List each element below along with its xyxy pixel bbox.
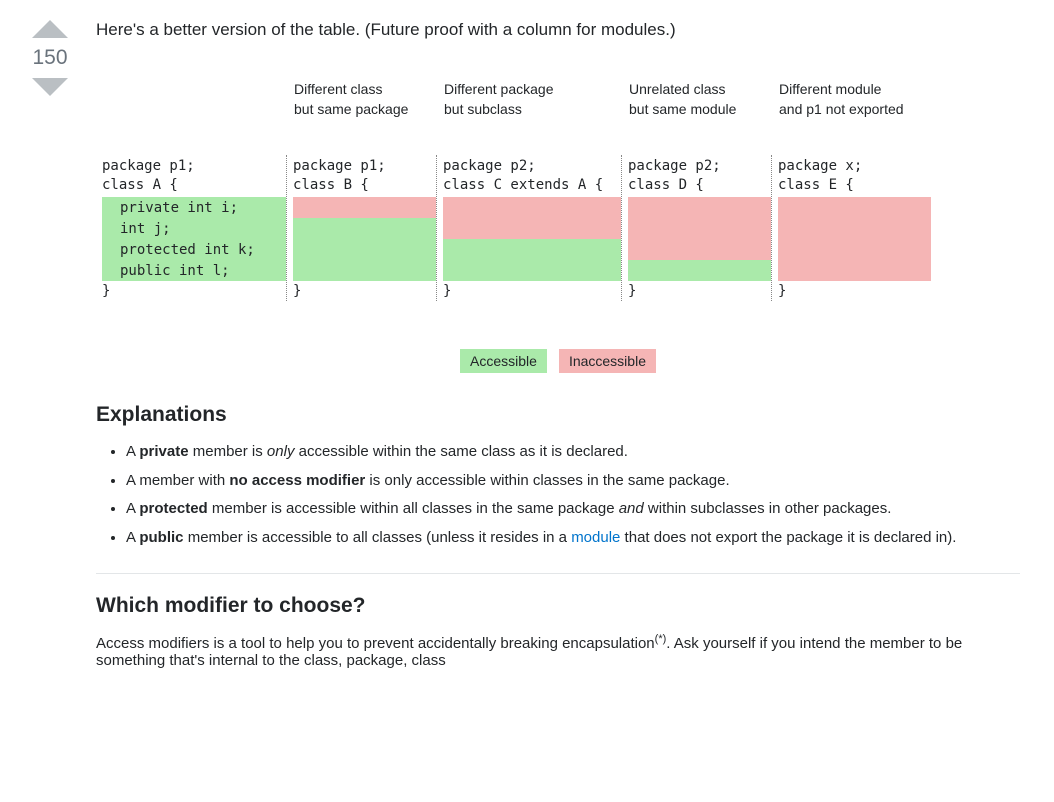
legend: Accessible Inaccessible bbox=[96, 349, 1020, 373]
legend-inaccessible: Inaccessible bbox=[559, 349, 656, 373]
list-item: A public member is accessible to all cla… bbox=[126, 527, 1020, 550]
member-default: int j; bbox=[102, 218, 286, 239]
downvote-icon[interactable] bbox=[32, 78, 68, 96]
diagram-header: Different class but same package bbox=[286, 80, 436, 119]
vote-column: 150 bbox=[20, 16, 80, 684]
answer-content: Here's a better version of the table. (F… bbox=[80, 16, 1020, 684]
diagram-column-b: package p1; class B { } bbox=[286, 155, 436, 301]
explanations-heading: Explanations bbox=[96, 403, 1020, 427]
member-protected: protected int k; bbox=[102, 239, 286, 260]
access-diagram: Different class but same package Differe… bbox=[96, 80, 1020, 373]
which-modifier-heading: Which modifier to choose? bbox=[96, 594, 1020, 618]
module-link[interactable]: module bbox=[571, 529, 620, 546]
diagram-column-e: package x; class E { } bbox=[771, 155, 931, 301]
vote-score: 150 bbox=[32, 46, 67, 70]
member-public: public int l; bbox=[102, 260, 286, 281]
list-item: A member with no access modifier is only… bbox=[126, 470, 1020, 493]
section-divider bbox=[96, 573, 1020, 574]
diagram-header: Different package but subclass bbox=[436, 80, 621, 119]
which-modifier-body: Access modifiers is a tool to help you t… bbox=[96, 633, 1020, 669]
diagram-column-d: package p2; class D { } bbox=[621, 155, 771, 301]
list-item: A protected member is accessible within … bbox=[126, 498, 1020, 521]
diagram-column-a: package p1; class A { private int i; int… bbox=[96, 155, 286, 301]
diagram-header: Different module and p1 not exported bbox=[771, 80, 931, 119]
upvote-icon[interactable] bbox=[32, 20, 68, 38]
legend-accessible: Accessible bbox=[460, 349, 547, 373]
intro-text: Here's a better version of the table. (F… bbox=[96, 20, 1020, 40]
diagram-header: Unrelated class but same module bbox=[621, 80, 771, 119]
member-private: private int i; bbox=[102, 197, 286, 218]
explanations-list: A private member is only accessible with… bbox=[96, 441, 1020, 549]
diagram-column-c: package p2; class C extends A { } bbox=[436, 155, 621, 301]
list-item: A private member is only accessible with… bbox=[126, 441, 1020, 464]
